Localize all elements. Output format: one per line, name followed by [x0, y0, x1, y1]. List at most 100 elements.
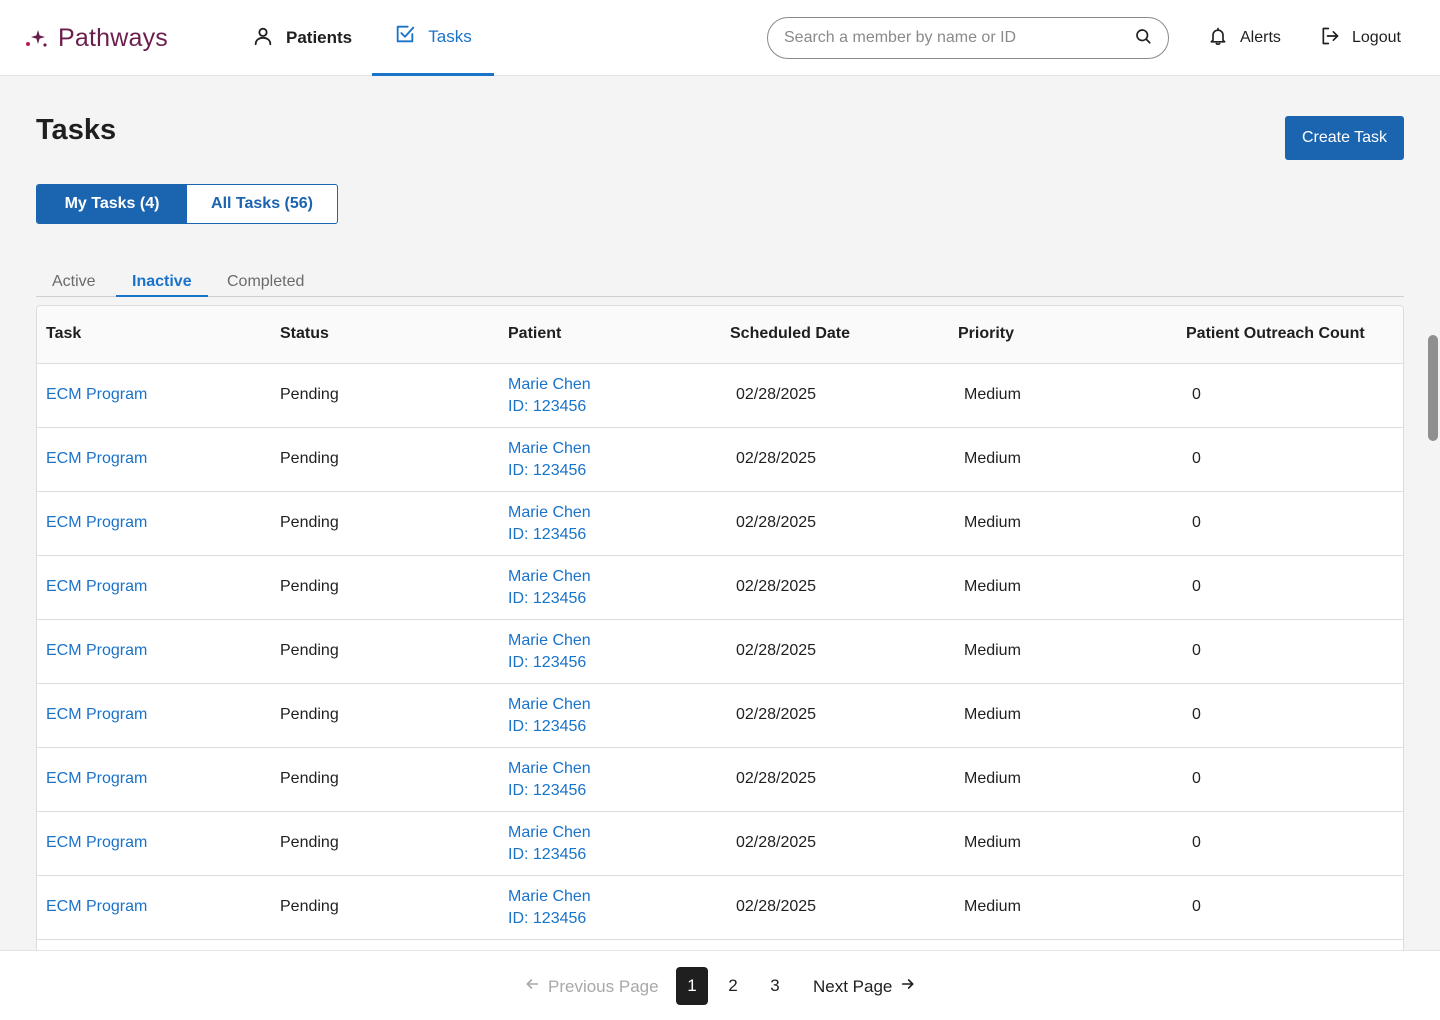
task-link[interactable]: ECM Program	[46, 706, 147, 724]
patient-name: Marie Chen	[508, 376, 591, 393]
task-link[interactable]: ECM Program	[46, 450, 147, 468]
patient-link[interactable]: Marie Chen ID: 123456	[508, 566, 591, 610]
top-navigation-bar: Pathways Patients Tasks Search a member …	[0, 0, 1440, 76]
table-row[interactable]: ECM Program Pending Marie Chen ID: 123456 02…	[37, 364, 1403, 428]
page-title: Tasks	[36, 114, 117, 146]
patient-id: ID: 123456	[508, 846, 587, 863]
table-row[interactable]: ECM Program Pending Marie Chen ID: 123456 02…	[37, 748, 1403, 812]
checkbox-icon	[394, 23, 416, 50]
table-row[interactable]: ECM Program Pending Marie Chen ID: 123456 02…	[37, 620, 1403, 684]
task-link[interactable]: ECM Program	[46, 642, 147, 660]
status-tabs: Active Inactive Completed	[36, 268, 1404, 297]
status-value: Pending	[280, 706, 339, 723]
nav-patients-label: Patients	[286, 28, 353, 47]
search-input[interactable]	[784, 29, 1134, 47]
patient-id: ID: 123456	[508, 910, 587, 927]
tab-active[interactable]: Active	[36, 268, 112, 297]
priority-value: Medium	[964, 578, 1021, 595]
scheduled-date-value: 02/28/2025	[736, 834, 817, 851]
next-page-label: Next Page	[813, 976, 893, 996]
priority-value: Medium	[964, 834, 1021, 851]
patient-name: Marie Chen	[508, 696, 591, 713]
outreach-count-value: 0	[1192, 578, 1201, 595]
patient-link[interactable]: Marie Chen ID: 123456	[508, 822, 591, 866]
arrow-right-icon	[900, 976, 916, 997]
page-number-3[interactable]: 3	[759, 967, 791, 1005]
next-page-button[interactable]: Next Page	[813, 976, 916, 997]
column-header-patient[interactable]: Patient	[508, 325, 561, 343]
outreach-count-value: 0	[1192, 706, 1201, 723]
task-link[interactable]: ECM Program	[46, 386, 147, 404]
task-link[interactable]: ECM Program	[46, 578, 147, 596]
tab-inactive[interactable]: Inactive	[116, 268, 208, 297]
page-scrollbar[interactable]	[1428, 335, 1438, 441]
patient-link[interactable]: Marie Chen ID: 123456	[508, 886, 591, 930]
brand-logo[interactable]: Pathways	[24, 22, 168, 54]
scheduled-date-value: 02/28/2025	[736, 514, 817, 531]
create-task-button[interactable]: Create Task	[1285, 116, 1404, 160]
tasks-table: Task Status Patient Scheduled Date Prior…	[36, 305, 1404, 965]
nav-patients[interactable]: Patients	[252, 0, 352, 76]
logout-button[interactable]: Logout	[1320, 0, 1401, 76]
column-header-task[interactable]: Task	[46, 325, 81, 343]
task-link[interactable]: ECM Program	[46, 770, 147, 788]
outreach-count-value: 0	[1192, 386, 1201, 403]
task-link[interactable]: ECM Program	[46, 834, 147, 852]
status-value: Pending	[280, 642, 339, 659]
tab-completed[interactable]: Completed	[211, 268, 320, 297]
bell-icon	[1208, 25, 1228, 52]
alerts-button[interactable]: Alerts	[1208, 0, 1281, 76]
patient-id: ID: 123456	[508, 718, 587, 735]
table-row[interactable]: ECM Program Pending Marie Chen ID: 123456 02…	[37, 684, 1403, 748]
nav-tasks[interactable]: Tasks	[372, 0, 494, 76]
previous-page-button[interactable]: Previous Page	[524, 976, 659, 997]
patient-name: Marie Chen	[508, 504, 591, 521]
my-tasks-toggle[interactable]: My Tasks (4)	[37, 185, 187, 223]
table-row[interactable]: ECM Program Pending Marie Chen ID: 123456 02…	[37, 492, 1403, 556]
patient-id: ID: 123456	[508, 462, 587, 479]
outreach-count-value: 0	[1192, 834, 1201, 851]
search-icon[interactable]	[1134, 27, 1152, 50]
logout-icon	[1320, 26, 1340, 51]
priority-value: Medium	[964, 514, 1021, 531]
patient-id: ID: 123456	[508, 590, 587, 607]
patient-name: Marie Chen	[508, 888, 591, 905]
priority-value: Medium	[964, 450, 1021, 467]
column-header-scheduled-date[interactable]: Scheduled Date	[730, 325, 850, 343]
patient-link[interactable]: Marie Chen ID: 123456	[508, 630, 591, 674]
priority-value: Medium	[964, 386, 1021, 403]
all-tasks-toggle[interactable]: All Tasks (56)	[187, 185, 337, 223]
column-header-status[interactable]: Status	[280, 325, 329, 343]
table-row[interactable]: ECM Program Pending Marie Chen ID: 123456 02…	[37, 556, 1403, 620]
column-header-priority[interactable]: Priority	[958, 325, 1014, 343]
table-row[interactable]: ECM Program Pending Marie Chen ID: 123456 02…	[37, 812, 1403, 876]
scheduled-date-value: 02/28/2025	[736, 386, 817, 403]
status-value: Pending	[280, 770, 339, 787]
patient-link[interactable]: Marie Chen ID: 123456	[508, 694, 591, 738]
task-link[interactable]: ECM Program	[46, 898, 147, 916]
patient-name: Marie Chen	[508, 760, 591, 777]
nav-tasks-label: Tasks	[428, 26, 472, 46]
patient-name: Marie Chen	[508, 632, 591, 649]
patient-link[interactable]: Marie Chen ID: 123456	[508, 758, 591, 802]
patient-link[interactable]: Marie Chen ID: 123456	[508, 374, 591, 418]
page-number-2[interactable]: 2	[717, 967, 749, 1005]
task-link[interactable]: ECM Program	[46, 514, 147, 532]
patient-id: ID: 123456	[508, 398, 587, 415]
scheduled-date-value: 02/28/2025	[736, 450, 817, 467]
page-number-1[interactable]: 1	[676, 967, 708, 1005]
outreach-count-value: 0	[1192, 450, 1201, 467]
scheduled-date-value: 02/28/2025	[736, 898, 817, 915]
previous-page-label: Previous Page	[548, 976, 659, 996]
status-value: Pending	[280, 386, 339, 403]
column-header-outreach-count[interactable]: Patient Outreach Count	[1186, 325, 1365, 343]
table-row[interactable]: ECM Program Pending Marie Chen ID: 123456 02…	[37, 876, 1403, 940]
table-row[interactable]: ECM Program Pending Marie Chen ID: 123456 02…	[37, 428, 1403, 492]
patient-link[interactable]: Marie Chen ID: 123456	[508, 438, 591, 482]
patient-name: Marie Chen	[508, 568, 591, 585]
search-box	[767, 17, 1169, 59]
patient-link[interactable]: Marie Chen ID: 123456	[508, 502, 591, 546]
priority-value: Medium	[964, 898, 1021, 915]
pagination: Previous Page 1 2 3 Next Page	[0, 950, 1440, 1020]
status-value: Pending	[280, 514, 339, 531]
